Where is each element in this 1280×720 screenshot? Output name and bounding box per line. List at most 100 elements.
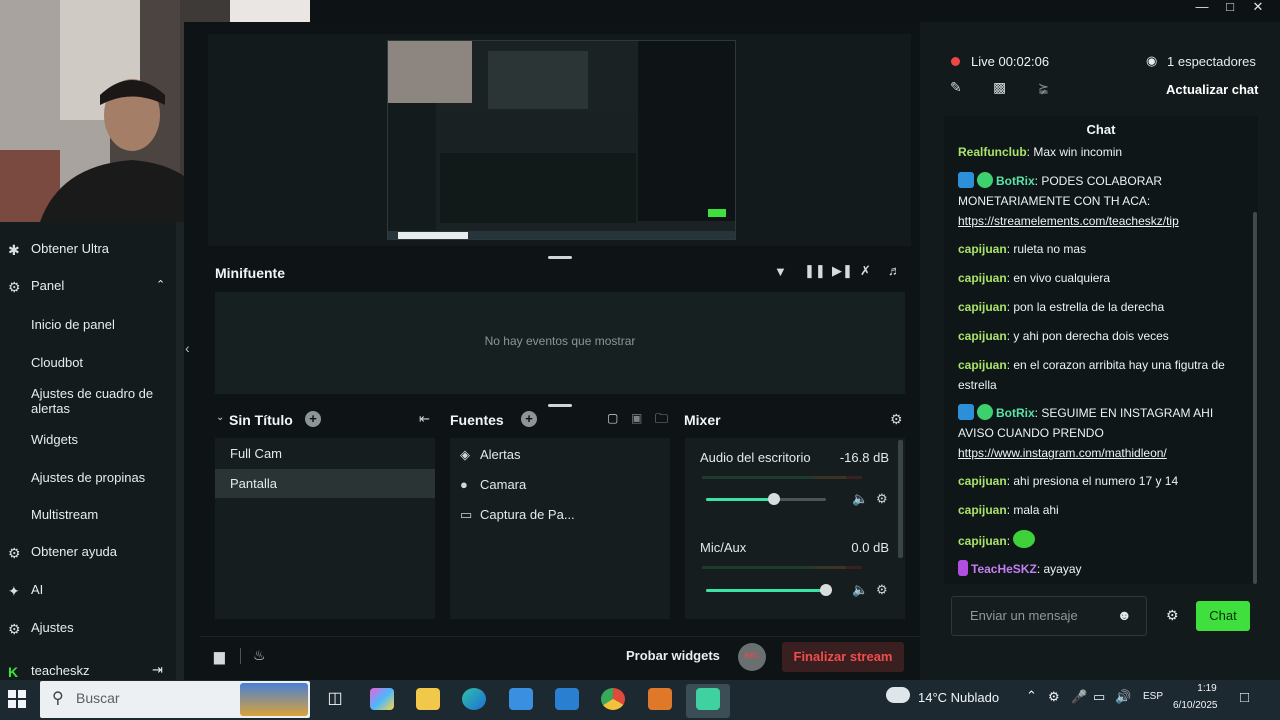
sidebar-item-ajustes-alertas[interactable]: Ajustes de cuadro de alertas <box>0 386 176 418</box>
folder-icon[interactable]: 🗀 <box>655 410 668 432</box>
volume-icon[interactable]: ♬ <box>888 263 901 278</box>
sidebar-item-multistream[interactable]: Multistream <box>0 507 176 527</box>
scenes-title[interactable]: Sin Título <box>229 412 293 428</box>
record-button[interactable]: REC <box>738 643 766 671</box>
chevron-down-icon[interactable]: ⌄ <box>216 412 224 423</box>
volume-slider-thumb[interactable] <box>820 584 832 596</box>
source-label: Alertas <box>480 447 521 462</box>
mail-icon[interactable] <box>555 688 579 710</box>
task-view-icon[interactable]: ◫ <box>323 688 347 710</box>
popout-chat-icon[interactable]: ▩ <box>993 79 1006 96</box>
chat-username[interactable]: capijuan <box>958 300 1007 314</box>
volume-icon[interactable]: 🔊 <box>1115 689 1131 705</box>
sidebar-scrollbar[interactable] <box>176 222 184 680</box>
chrome-icon[interactable] <box>601 688 625 710</box>
file-explorer-icon[interactable] <box>416 688 440 710</box>
share-icon[interactable]: ⪶ <box>1038 80 1049 96</box>
mute-alerts-icon[interactable]: ✗ <box>860 263 871 279</box>
source-item-alertas[interactable]: ◈ Alertas <box>450 447 670 467</box>
network-icon[interactable]: ▭ <box>1093 689 1105 705</box>
edge-icon[interactable] <box>462 688 486 710</box>
edit-stream-info-icon[interactable]: ✎ <box>950 79 962 96</box>
speaker-icon[interactable]: 🔈 <box>852 582 868 598</box>
clock-date[interactable]: 6/10/2025 <box>1173 700 1218 711</box>
scene-item-full-cam[interactable]: Full Cam <box>215 439 435 468</box>
scene-item-pantalla[interactable]: Pantalla <box>215 469 435 498</box>
test-widgets-button[interactable]: Probar widgets <box>626 648 720 663</box>
refresh-chat-button[interactable]: Actualizar chat <box>1166 82 1258 97</box>
skip-icon[interactable]: ▶❚ <box>832 263 853 279</box>
chat-username[interactable]: capijuan <box>958 534 1007 548</box>
pause-icon[interactable]: ❚❚ <box>804 263 826 279</box>
minimize-icon[interactable]: — <box>1188 0 1216 14</box>
notification-bell-icon[interactable]: ♨ <box>253 647 266 664</box>
copilot-icon[interactable] <box>370 688 394 710</box>
send-chat-button[interactable]: Chat <box>1196 601 1250 631</box>
close-icon[interactable]: ✕ <box>1244 0 1272 14</box>
chat-username[interactable]: TeacHeSKZ <box>971 562 1037 576</box>
filter-icon[interactable]: ▼ <box>774 264 787 279</box>
sidebar-item-ajustes[interactable]: ⚙ Ajustes <box>0 620 176 640</box>
sidebar-item-cloudbot[interactable]: Cloudbot <box>0 355 176 375</box>
source-item-camara[interactable]: ● Camara <box>450 477 670 497</box>
folder-add-icon[interactable]: ▣ <box>631 411 642 425</box>
volume-slider-fill <box>706 589 826 592</box>
end-stream-button[interactable]: Finalizar stream <box>782 642 904 672</box>
sidebar-item-inicio-panel[interactable]: Inicio de panel <box>0 317 176 337</box>
sidebar-item-obtener-ayuda[interactable]: ⚙ Obtener ayuda <box>0 544 176 564</box>
chat-text: Max win incomin <box>1033 145 1123 159</box>
streamlabs-icon[interactable] <box>696 688 720 710</box>
mixer-scrollbar[interactable] <box>898 440 903 558</box>
chat-username[interactable]: Realfunclub <box>958 145 1027 159</box>
collapse-sidebar-icon[interactable]: ‹ <box>185 340 190 356</box>
chat-settings-icon[interactable]: ⚙ <box>1166 607 1179 624</box>
scene-transition-icon[interactable]: ⇤ <box>419 411 430 427</box>
source-list: ◈ Alertas ● Camara ▭ Captura de Pa... <box>450 438 670 619</box>
brave-icon[interactable] <box>648 688 672 710</box>
sidebar-item-ajustes-propinas[interactable]: Ajustes de propinas <box>0 470 176 490</box>
channel-settings-icon[interactable]: ⚙ <box>876 582 888 598</box>
mixer-settings-icon[interactable]: ⚙ <box>890 411 903 428</box>
stats-icon[interactable]: ▆ <box>214 648 225 665</box>
source-item-captura[interactable]: ▭ Captura de Pa... <box>450 507 670 527</box>
clock-time[interactable]: 1:19 <box>1187 683 1227 694</box>
chat-username[interactable]: capijuan <box>958 271 1007 285</box>
add-source-icon[interactable]: + <box>521 411 537 427</box>
live-timer: Live 00:02:06 <box>971 54 1050 69</box>
chat-text: ayayay <box>1043 562 1082 576</box>
store-icon[interactable] <box>509 688 533 710</box>
microphone-icon[interactable]: 🎤 <box>1071 689 1087 705</box>
chevron-up-icon[interactable]: ⌃ <box>1026 688 1037 704</box>
chat-username[interactable]: BotRix <box>996 406 1035 420</box>
chat-link[interactable]: https://streamelements.com/teacheskz/tip <box>958 214 1179 228</box>
language-indicator[interactable]: ESP <box>1143 691 1163 702</box>
resize-handle[interactable] <box>548 404 572 407</box>
source-group-icon[interactable]: ▢ <box>607 411 618 425</box>
notifications-icon[interactable]: □ <box>1240 689 1249 706</box>
chat-username[interactable]: capijuan <box>958 242 1007 256</box>
channel-settings-icon[interactable]: ⚙ <box>876 491 888 507</box>
sidebar-item-obtener-ultra[interactable]: ✱ Obtener Ultra <box>0 241 176 261</box>
chat-text: ruleta no mas <box>1013 242 1087 256</box>
chat-scrollbar[interactable] <box>1253 212 1257 584</box>
maximize-icon[interactable]: □ <box>1216 0 1244 14</box>
verified-badge-icon <box>977 404 993 420</box>
chat-username[interactable]: capijuan <box>958 329 1007 343</box>
chat-username[interactable]: BotRix <box>996 174 1035 188</box>
emoji-icon[interactable]: ☻ <box>1117 607 1132 623</box>
speaker-icon[interactable]: 🔈 <box>852 491 868 507</box>
add-scene-icon[interactable]: + <box>305 411 321 427</box>
chat-username[interactable]: capijuan <box>958 358 1007 372</box>
chat-username[interactable]: capijuan <box>958 503 1007 517</box>
chat-username[interactable]: capijuan <box>958 474 1007 488</box>
chat-link[interactable]: https://www.instagram.com/mathidleon/ <box>958 446 1167 460</box>
sidebar-item-panel[interactable]: ⚙ Panel ⌃ <box>0 278 176 298</box>
weather-text[interactable]: 14°C Nublado <box>918 690 999 705</box>
resize-handle[interactable] <box>548 256 572 259</box>
sidebar-item-widgets[interactable]: Widgets <box>0 432 176 452</box>
tray-app-icon[interactable]: ⚙ <box>1048 689 1060 705</box>
sidebar-item-ai[interactable]: ✦ AI <box>0 582 176 602</box>
volume-slider-thumb[interactable] <box>768 493 780 505</box>
windows-start-icon[interactable] <box>8 690 26 708</box>
logout-icon[interactable]: ⇥ <box>152 662 163 678</box>
